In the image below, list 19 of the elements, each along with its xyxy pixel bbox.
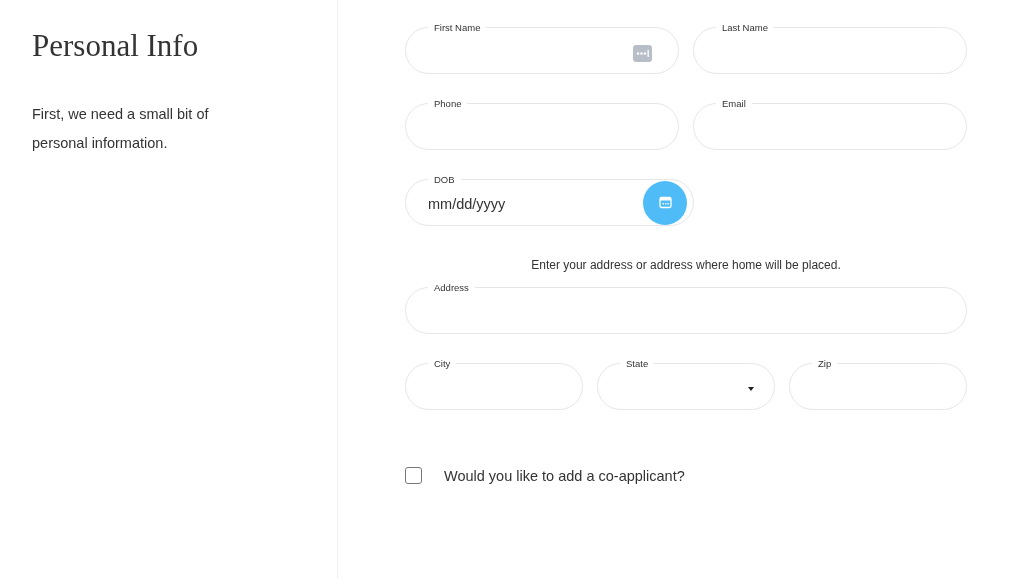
field-label: Email (721, 98, 747, 109)
calendar-icon (658, 196, 672, 209)
field-label: Last Name (721, 22, 769, 33)
field-label: Zip (817, 358, 833, 369)
caret-icon (748, 387, 754, 391)
field-label: First Name (433, 22, 482, 33)
field-label: City (433, 358, 452, 369)
field-label: DOB (433, 174, 456, 185)
checkbox[interactable] (405, 467, 422, 484)
intro-text: First, we need a small bit of personal information. (32, 105, 210, 153)
address-hint: Enter your address or address where home will be placed. (530, 258, 842, 272)
field-label: Address (433, 282, 470, 293)
page-title: Personal Info (32, 28, 200, 64)
autofill-icon[interactable] (633, 44, 652, 62)
date-placeholder: mm/dd/yyyy (428, 195, 506, 212)
checkbox-label: Would you like to add a co-applicant? (444, 467, 685, 484)
calendar-button[interactable] (643, 180, 687, 225)
field-label: Phone (433, 98, 463, 109)
field-label: State (625, 358, 650, 369)
